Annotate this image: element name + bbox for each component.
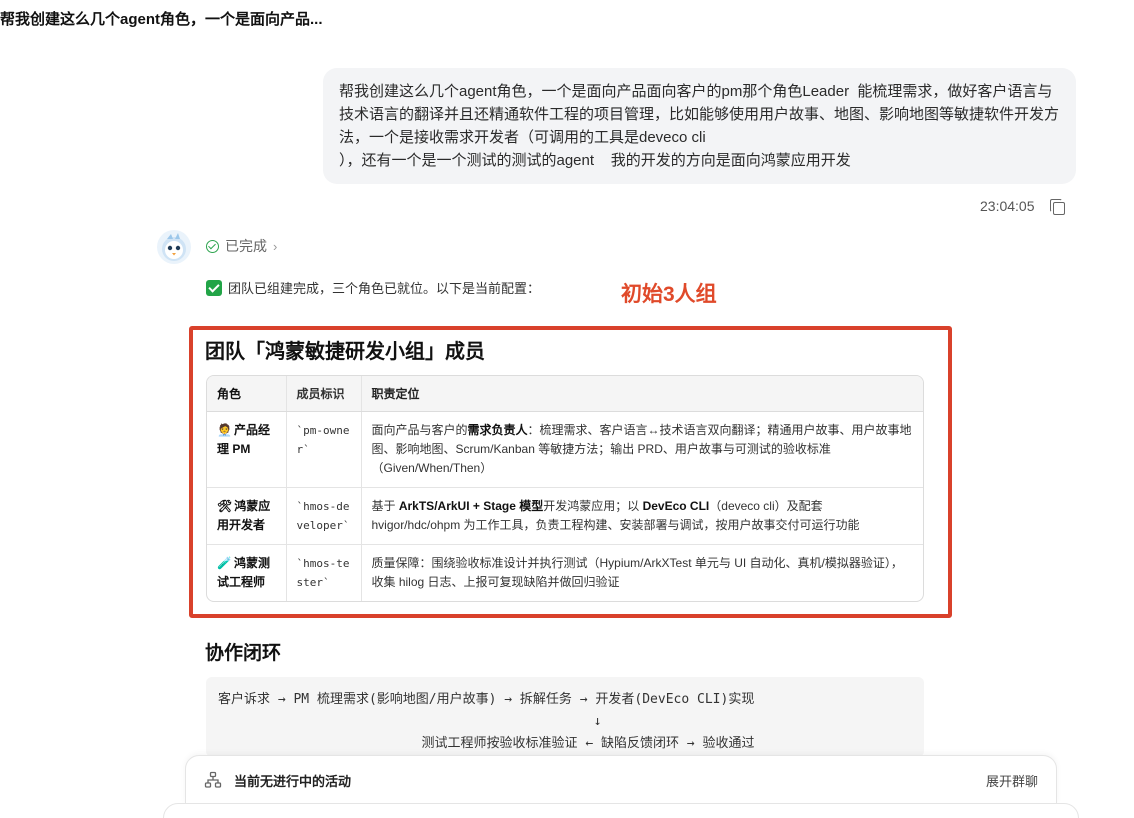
header-role: 角色 xyxy=(207,376,286,412)
team-ready-line: 团队已组建完成，三个角色已就位。以下是当前配置： xyxy=(206,278,540,297)
team-heading: 团队「鸿蒙敏捷研发小组」成员 xyxy=(205,341,485,363)
status-toggle[interactable]: 已完成 › xyxy=(206,236,277,256)
members-table: 角色 成员标识 职责定位 🧑‍💼 产品经理 PM `pm-owner` 面向产品与… xyxy=(206,375,924,602)
flow-line: 客户诉求 → PM 梳理需求(影响地图/用户故事) → 拆解任务 → 开发者(D… xyxy=(218,692,755,707)
table-row: 🛠 鸿蒙应用开发者 `hmos-developer` 基于 ArkTS/ArkUI… xyxy=(207,487,923,545)
assistant-avatar xyxy=(157,230,191,264)
duty-text: 基于 xyxy=(371,499,399,513)
table-row: 🧪 鸿蒙测试工程师 `hmos-tester` 质量保障：围绕验收标准设计并执行测… xyxy=(207,544,923,602)
message-timestamp: 23:04:05 xyxy=(980,198,1035,214)
duty-cell: 基于 ArkTS/ArkUI + Stage 模型开发鸿蒙应用；以 DevEco… xyxy=(360,487,923,545)
green-check-icon xyxy=(206,279,222,296)
duty-emphasis: 需求负责人 xyxy=(467,423,528,437)
status-label: 已完成 xyxy=(225,238,267,254)
expand-group-chat-button[interactable]: 展开群聊 xyxy=(986,771,1038,790)
activity-bar: 当前无进行中的活动 展开群聊 xyxy=(185,755,1057,805)
check-circle-icon xyxy=(206,239,219,253)
activity-status: 当前无进行中的活动 xyxy=(234,773,352,789)
tools-emoji-icon: 🛠 xyxy=(217,499,233,513)
duty-emphasis: DevEco CLI xyxy=(642,499,710,513)
header-duty: 职责定位 xyxy=(360,376,923,412)
duty-cell: 质量保障：围绕验收标准设计并执行测试（Hypium/ArkXTest 单元与 U… xyxy=(360,544,923,601)
user-message: 帮我创建这么几个agent角色，一个是面向产品面向客户的pm那个角色Leader… xyxy=(323,68,1076,184)
test-tube-emoji-icon: 🧪 xyxy=(217,556,232,570)
org-tree-icon xyxy=(204,771,222,789)
bird-avatar-icon xyxy=(162,233,186,261)
duty-text: 面向产品与客户的 xyxy=(371,423,468,437)
table-row: 🧑‍💼 产品经理 PM `pm-owner` 面向产品与客户的需求负责人：梳理需求… xyxy=(207,411,923,488)
copy-icon[interactable] xyxy=(1049,198,1065,215)
team-ready-text: 团队已组建完成，三个角色已就位。以下是当前配置： xyxy=(228,281,541,296)
table-header-row: 角色 成员标识 职责定位 xyxy=(207,376,923,412)
chevron-right-icon: › xyxy=(273,238,278,254)
duty-text: 质量保障：围绕验收标准设计并执行测试（Hypium/ArkXTest 单元与 U… xyxy=(371,556,903,589)
collab-heading: 协作闭环 xyxy=(205,643,282,664)
member-id: `hmos-tester` xyxy=(285,544,361,601)
duty-text: 开发鸿蒙应用；以 xyxy=(543,499,643,513)
duty-cell: 面向产品与客户的需求负责人：梳理需求、客户语言↔技术语言双向翻译；精通用户故事、… xyxy=(360,411,923,488)
message-input-box[interactable] xyxy=(163,803,1079,818)
message-meta: 23:04:05 xyxy=(980,198,1065,215)
member-id: `pm-owner` xyxy=(285,411,361,488)
member-id: `hmos-developer` xyxy=(285,487,361,545)
flow-line: 测试工程师按验收标准验证 ← 缺陷反馈闭环 → 验收通过 xyxy=(218,736,755,751)
header-id: 成员标识 xyxy=(285,376,361,412)
duty-emphasis: ArkTS/ArkUI + Stage 模型 xyxy=(398,499,544,513)
role-cell: 🛠 鸿蒙应用开发者 xyxy=(207,487,286,545)
collab-flow-code: 客户诉求 → PM 梳理需求(影响地图/用户故事) → 拆解任务 → 开发者(D… xyxy=(206,677,924,757)
role-cell: 🧑‍💼 产品经理 PM xyxy=(207,411,286,488)
flow-line: ↓ xyxy=(218,714,602,729)
conversation-title: 帮我创建这么几个agent角色，一个是面向产品... xyxy=(0,11,323,28)
pm-emoji-icon: 🧑‍💼 xyxy=(217,423,232,437)
role-cell: 🧪 鸿蒙测试工程师 xyxy=(207,545,286,602)
annotation-label: 初始3人组 xyxy=(621,283,717,306)
